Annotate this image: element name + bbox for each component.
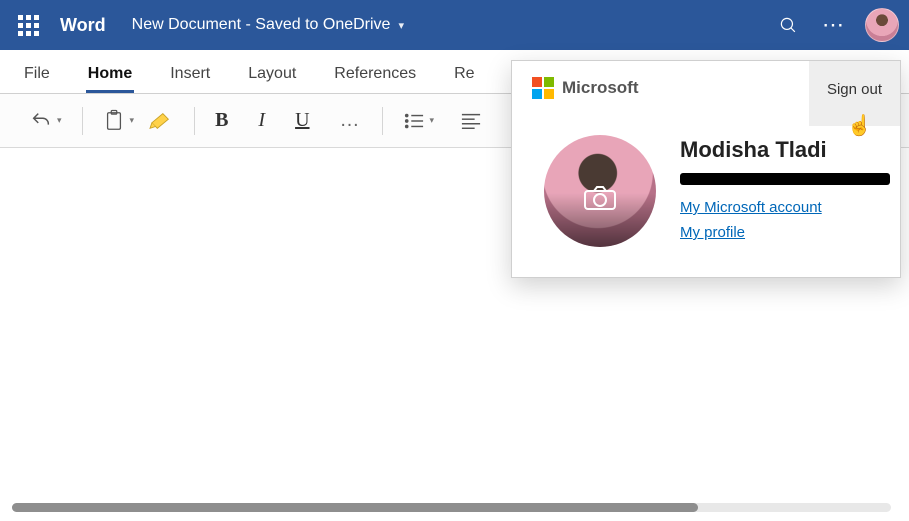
italic-icon: I — [258, 109, 265, 132]
sign-out-button[interactable]: Sign out — [809, 61, 900, 126]
bulleted-list-icon — [403, 111, 425, 131]
chevron-down-icon: ▾ — [430, 115, 435, 126]
font-more-button[interactable]: … — [336, 105, 366, 136]
bulleted-list-button[interactable]: ▾ — [399, 107, 439, 135]
tab-home[interactable]: Home — [86, 65, 134, 93]
clipboard-icon — [103, 109, 125, 133]
more-options-button[interactable]: ⋯ — [811, 0, 857, 50]
format-painter-icon — [148, 110, 174, 132]
bold-icon: B — [215, 109, 228, 132]
format-painter-button[interactable] — [144, 106, 178, 136]
title-bar: Word New Document - Saved to OneDrive ▾ … — [0, 0, 909, 50]
horizontal-scrollbar[interactable] — [12, 503, 891, 512]
app-launcher-button[interactable] — [4, 0, 52, 50]
microsoft-logo-text: Microsoft — [562, 78, 639, 98]
undo-button[interactable]: ▾ — [26, 106, 66, 136]
account-avatar-button[interactable] — [865, 8, 899, 42]
paste-button[interactable]: ▾ — [99, 105, 139, 137]
align-left-icon — [460, 111, 482, 131]
separator — [194, 107, 195, 135]
my-microsoft-account-link[interactable]: My Microsoft account — [680, 199, 890, 216]
tab-insert[interactable]: Insert — [168, 65, 212, 93]
app-name[interactable]: Word — [60, 15, 106, 36]
microsoft-logo: Microsoft — [532, 77, 639, 99]
separator — [382, 107, 383, 135]
waffle-icon — [18, 15, 39, 36]
ellipsis-icon: … — [340, 109, 362, 132]
separator — [82, 107, 83, 135]
tab-layout[interactable]: Layout — [246, 65, 298, 93]
account-name: Modisha Tladi — [680, 137, 890, 163]
align-button[interactable] — [456, 107, 486, 135]
bold-button[interactable]: B — [211, 105, 232, 136]
scrollbar-thumb[interactable] — [12, 503, 698, 512]
profile-picture[interactable] — [544, 135, 656, 247]
camera-icon — [583, 185, 617, 211]
chevron-down-icon: ▾ — [57, 115, 62, 126]
search-icon — [779, 16, 798, 35]
tab-references[interactable]: References — [332, 65, 418, 93]
account-flyout: Microsoft Sign out ☝️ Modisha Tladi My M… — [511, 60, 901, 278]
account-email-redacted — [680, 173, 890, 185]
tab-file[interactable]: File — [22, 65, 52, 93]
search-button[interactable] — [765, 0, 811, 50]
microsoft-logo-icon — [532, 77, 554, 99]
ellipsis-icon: ⋯ — [822, 12, 846, 38]
document-title-text: New Document - Saved to OneDrive — [132, 16, 391, 34]
tab-review-cut[interactable]: Re — [452, 65, 476, 93]
chevron-down-icon: ▾ — [130, 115, 135, 126]
underline-icon: U — [295, 109, 309, 132]
undo-icon — [30, 110, 52, 132]
chevron-down-icon: ▾ — [398, 19, 404, 32]
italic-button[interactable]: I — [254, 105, 269, 136]
my-profile-link[interactable]: My profile — [680, 224, 890, 241]
underline-button[interactable]: U — [291, 105, 313, 136]
document-title[interactable]: New Document - Saved to OneDrive ▾ — [132, 16, 404, 34]
